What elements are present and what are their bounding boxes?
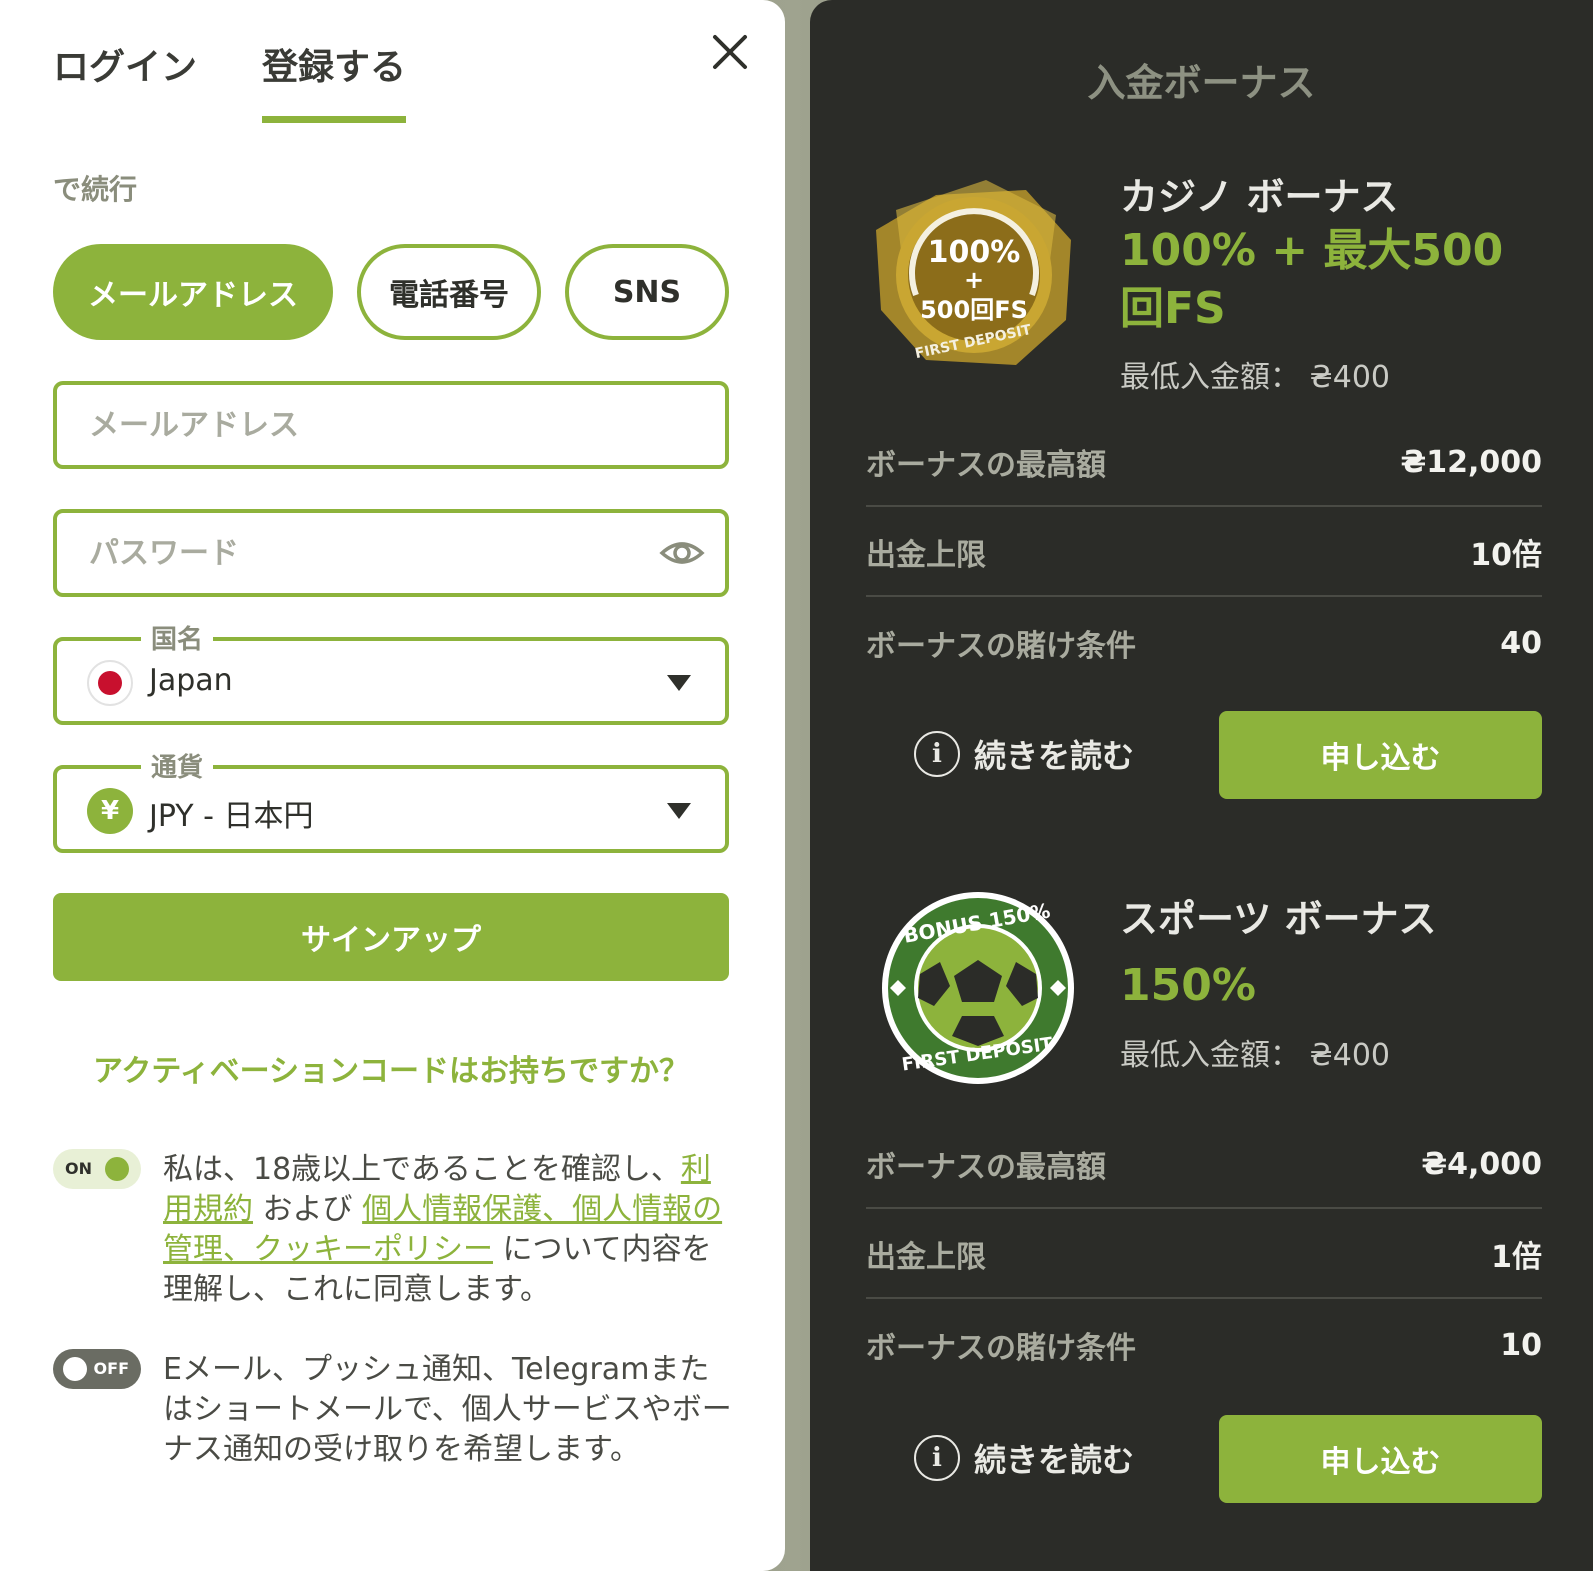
yen-icon: ¥ <box>87 788 133 834</box>
sports-row-max-bonus: ボーナスの最高額 ₴4,000 <box>866 1121 1542 1209</box>
marketing-consent-text: Eメール、プッシュ通知、Telegramまたはショートメールで、個人サービスやボ… <box>163 1352 732 1467</box>
bonus-panel-title: 入金ボーナス <box>1087 61 1316 105</box>
toggle-knob <box>63 1357 87 1381</box>
currency-label: 通貨 <box>141 747 214 784</box>
sports-bonus-badge-icon: BONUS 150% FIRST DEPOSIT <box>880 890 1076 1086</box>
consent-text-part: および <box>262 1192 353 1227</box>
row-key: 出金上限 <box>866 1240 986 1275</box>
sports-read-more-link[interactable]: i 続きを読む <box>914 1435 1134 1481</box>
row-key: ボーナスの最高額 <box>866 448 1106 483</box>
read-more-label: 続きを読む <box>974 737 1135 775</box>
row-key: ボーナスの賭け条件 <box>866 1331 1136 1366</box>
casino-apply-button[interactable]: 申し込む <box>1219 711 1542 799</box>
row-value: 40 <box>1500 625 1542 661</box>
sports-row-withdraw-limit: 出金上限 1倍 <box>866 1211 1542 1299</box>
currency-value: JPY - 日本円 <box>149 799 314 834</box>
chevron-down-icon <box>667 803 691 819</box>
sports-row-wagering: ボーナスの賭け条件 10 <box>866 1301 1542 1389</box>
casino-bonus-amount: 100% + 最大500回FS <box>1120 225 1504 334</box>
country-select[interactable]: 国名 Japan <box>53 619 729 725</box>
info-icon: i <box>914 1435 960 1481</box>
row-value: 10倍 <box>1470 538 1542 573</box>
toggle-state-label: OFF <box>93 1359 129 1378</box>
email-input[interactable] <box>87 385 647 465</box>
eye-icon[interactable] <box>659 533 705 573</box>
age-consent-toggle[interactable]: ON <box>53 1149 141 1189</box>
method-sns-button[interactable]: SNS <box>565 244 729 340</box>
country-label: 国名 <box>141 619 214 656</box>
currency-select[interactable]: 通貨 ¥ JPY - 日本円 <box>53 747 729 853</box>
japan-flag-icon <box>87 660 133 706</box>
row-key: 出金上限 <box>866 538 986 573</box>
marketing-consent-toggle[interactable]: OFF <box>53 1349 141 1389</box>
age-consent-text: 私は、18歳以上であることを確認し、利用規約 および 個人情報保護、個人情報の管… <box>163 1150 733 1310</box>
row-key: ボーナスの賭け条件 <box>866 629 1136 664</box>
info-icon: i <box>914 731 960 777</box>
row-key: ボーナスの最高額 <box>866 1150 1106 1185</box>
email-field-wrapper <box>53 381 729 469</box>
casino-row-max-bonus: ボーナスの最高額 ₴12,000 <box>866 419 1542 507</box>
badge-percent-text: 100% <box>928 235 1021 270</box>
deposit-bonus-panel: 入金ボーナス 100% + 500回FS FIRST DEPOSIT カジノ ボ… <box>810 0 1593 1571</box>
sports-min-deposit: 最低入金額： ₴400 <box>1120 1038 1391 1073</box>
badge-plus-text: + <box>964 266 984 294</box>
casino-row-withdraw-limit: 出金上限 10倍 <box>866 509 1542 597</box>
read-more-label: 続きを読む <box>974 1441 1135 1479</box>
casino-min-deposit: 最低入金額： ₴400 <box>1120 360 1391 395</box>
toggle-knob <box>105 1157 129 1181</box>
signup-button[interactable]: サインアップ <box>53 893 729 981</box>
chevron-down-icon <box>667 675 691 691</box>
sports-apply-button[interactable]: 申し込む <box>1219 1415 1542 1503</box>
active-tab-indicator <box>262 116 406 123</box>
method-phone-button[interactable]: 電話番号 <box>357 244 541 340</box>
tab-login[interactable]: ログイン <box>53 38 197 90</box>
password-field-wrapper <box>53 509 729 597</box>
casino-row-wagering: ボーナスの賭け条件 40 <box>866 599 1542 687</box>
consent-text-part: 私は、18歳以上であることを確認し、 <box>163 1152 681 1187</box>
row-value: 1倍 <box>1491 1240 1542 1275</box>
row-value: ₴12,000 <box>1400 444 1542 480</box>
row-value: 10 <box>1500 1327 1542 1363</box>
toggle-state-label: ON <box>65 1159 92 1178</box>
close-icon[interactable] <box>710 32 750 72</box>
casino-bonus-badge-icon: 100% + 500回FS FIRST DEPOSIT <box>866 170 1076 380</box>
activation-code-link[interactable]: アクティベーションコードはお持ちですか？ <box>53 1046 729 1090</box>
password-input[interactable] <box>87 513 647 593</box>
registration-panel: ログイン 登録する で続行 メールアドレス 電話番号 SNS 国名 Japan … <box>0 0 785 1571</box>
tab-register[interactable]: 登録する <box>262 38 406 90</box>
continue-with-label: で続行 <box>53 173 138 206</box>
sports-bonus-amount: 150% <box>1120 960 1256 1011</box>
method-email-button[interactable]: メールアドレス <box>53 244 333 340</box>
casino-read-more-link[interactable]: i 続きを読む <box>914 731 1134 777</box>
row-value: ₴4,000 <box>1421 1146 1542 1182</box>
country-value: Japan <box>149 663 233 698</box>
badge-fs-text: 500回FS <box>920 296 1028 324</box>
sports-bonus-name: スポーツ ボーナス <box>1120 897 1437 941</box>
casino-bonus-name: カジノ ボーナス <box>1120 175 1399 219</box>
